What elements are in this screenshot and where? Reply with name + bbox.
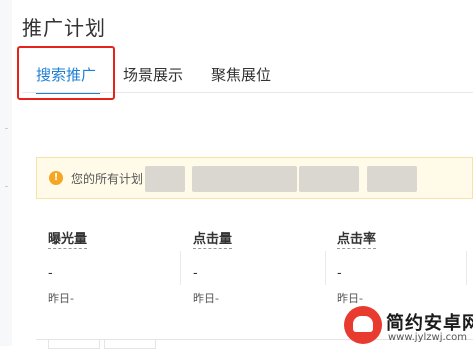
- bottom-control[interactable]: [104, 339, 156, 349]
- android-robot-icon: [353, 316, 373, 332]
- stat-yesterday: 昨日-: [337, 292, 363, 305]
- nav-marker: [5, 128, 8, 129]
- stat-value: -: [193, 266, 198, 281]
- notice-banner: ! 您的所有计划: [36, 157, 473, 199]
- redacted-text: [192, 166, 297, 192]
- highlight-box: [17, 46, 115, 100]
- stat-clicks: 点击量 - 昨日-: [193, 214, 333, 324]
- stat-divider: [180, 251, 181, 285]
- alert-icon: !: [49, 171, 63, 185]
- stat-yesterday: 昨日-: [48, 292, 74, 305]
- stat-value: -: [337, 266, 342, 281]
- redacted-text: [299, 166, 359, 192]
- stat-impressions: 曝光量 - 昨日-: [48, 214, 188, 324]
- stat-label: 曝光量: [48, 228, 88, 249]
- watermark: 简约安卓网 www.jylzwj.com: [344, 306, 473, 346]
- android-logo-icon: [344, 306, 382, 344]
- stat-divider: [466, 251, 467, 285]
- watermark-url: www.jylzwj.com: [388, 332, 468, 343]
- bottom-control[interactable]: [48, 339, 100, 349]
- tab-focus-booth[interactable]: 聚焦展位: [211, 64, 271, 85]
- stat-divider: [325, 251, 326, 285]
- stat-value: -: [48, 266, 53, 281]
- page-title: 推广计划: [22, 16, 106, 40]
- stat-label: 点击率: [337, 228, 377, 249]
- stat-yesterday: 昨日-: [193, 292, 219, 305]
- stat-label: 点击量: [193, 228, 233, 249]
- notice-text: 您的所有计划: [71, 172, 144, 186]
- redacted-text: [367, 166, 417, 192]
- left-nav-strip: [0, 0, 12, 346]
- nav-marker: [5, 186, 8, 187]
- redacted-text: [145, 166, 185, 192]
- tab-scene-display[interactable]: 场景展示: [123, 64, 183, 85]
